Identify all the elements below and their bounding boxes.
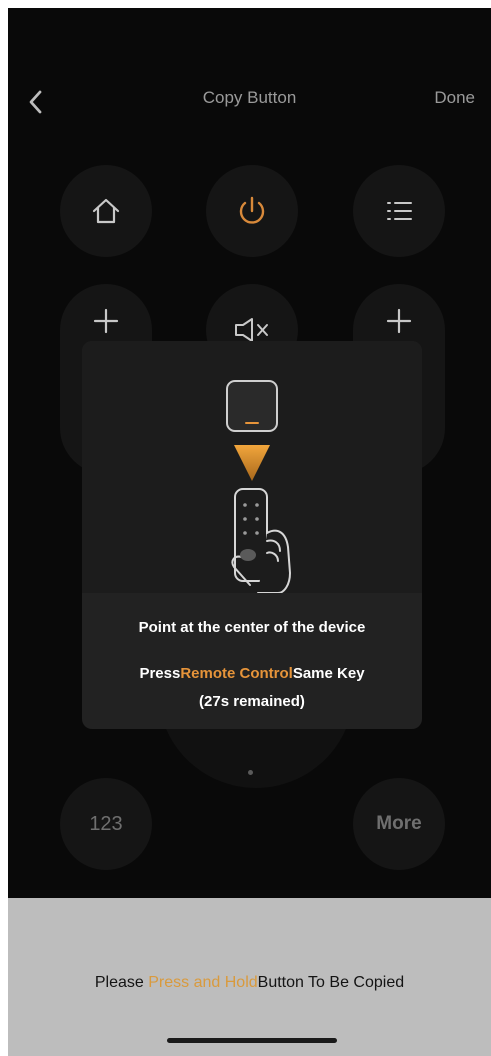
plus-icon — [386, 308, 412, 334]
page-indicator-dot — [248, 770, 253, 775]
menu-list-icon — [387, 202, 412, 220]
more-button[interactable]: More — [353, 778, 445, 870]
ir-beam-icon — [234, 445, 270, 481]
press-and-hold-highlight: Press and Hold — [148, 974, 258, 991]
press-text: Press — [139, 665, 181, 682]
page-title: Copy Button — [202, 88, 297, 107]
hint-pre: Please — [94, 974, 149, 991]
copy-hint-text: Please Press and HoldButton To Be Copied — [8, 974, 491, 992]
point-remote-illustration — [226, 380, 291, 593]
bottom-hint-sheet: Please Press and HoldButton To Be Copied — [8, 898, 491, 1056]
power-button[interactable] — [206, 165, 298, 257]
power-icon — [239, 196, 265, 224]
plus-icon — [93, 308, 119, 334]
menu-button[interactable] — [353, 165, 445, 257]
copy-instruction-dialog: Point at the center of the device PressR… — [82, 341, 422, 729]
remote-control-highlight: Remote Control — [180, 665, 293, 682]
home-icon — [92, 198, 120, 224]
hint-post: Button To Be Copied — [257, 974, 405, 991]
number-pad-button[interactable]: 123 — [60, 778, 152, 870]
dialog-message-point: Point at the center of the device — [138, 619, 366, 636]
dialog-message-press: PressRemote ControlSame Key — [82, 665, 422, 682]
phone-screen: Copy Button Done 123 More Point at the c… — [8, 8, 491, 1056]
hand-remote-icon — [231, 488, 291, 593]
device-icon — [226, 380, 278, 432]
home-button[interactable] — [60, 165, 152, 257]
same-key-text: Same Key — [292, 665, 365, 682]
nav-bar: Copy Button Done — [8, 8, 491, 138]
home-indicator[interactable] — [167, 1038, 337, 1043]
done-button[interactable]: Done — [434, 88, 475, 108]
countdown-text: (27s remained) — [199, 693, 305, 710]
dialog-illustration-area — [82, 341, 422, 593]
